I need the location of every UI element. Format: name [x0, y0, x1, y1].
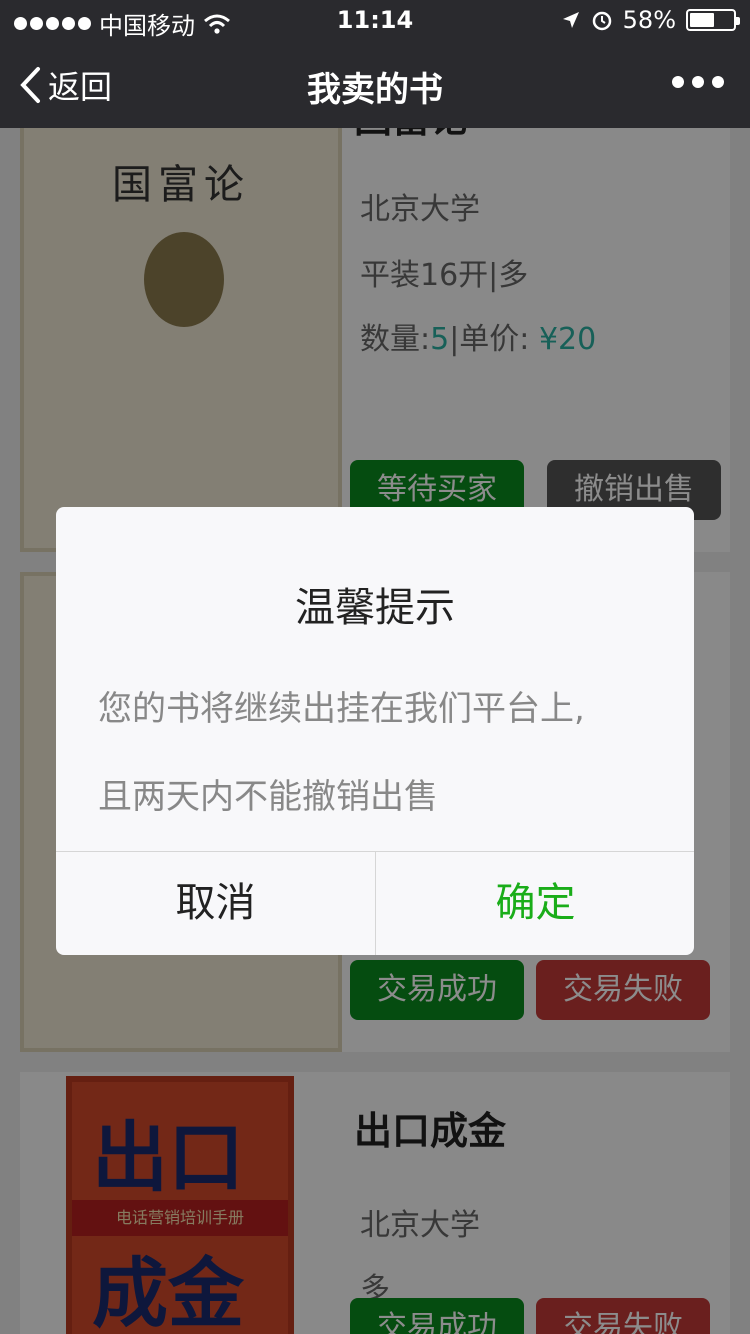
page-title: 我卖的书: [307, 70, 443, 110]
battery-icon: [686, 9, 740, 31]
alarm-icon: [592, 11, 611, 31]
confirm-button[interactable]: 确定: [376, 852, 694, 955]
status-bar: 中国移动 11:14 58%: [0, 0, 750, 40]
top-bar: 中国移动 11:14 58% 返回 我卖的书: [0, 0, 750, 128]
cancel-button[interactable]: 取消: [56, 852, 375, 955]
dialog-title: 温馨提示: [295, 585, 455, 631]
dialog-message-line1: 您的书将继续出挂在我们平台上,: [98, 689, 585, 729]
location-arrow-icon: [562, 12, 579, 28]
battery-fill: [690, 13, 714, 27]
dialog-message: 您的书将继续出挂在我们平台上, 且两天内不能撤销出售: [98, 665, 654, 841]
dialog-message-line2: 且两天内不能撤销出售: [98, 777, 438, 817]
alert-dialog: 温馨提示 您的书将继续出挂在我们平台上, 且两天内不能撤销出售 取消 确定: [56, 507, 694, 955]
nav-bar: 返回 我卖的书: [0, 40, 750, 128]
more-menu-icon[interactable]: [672, 76, 724, 88]
battery-percent: 58%: [622, 6, 676, 34]
